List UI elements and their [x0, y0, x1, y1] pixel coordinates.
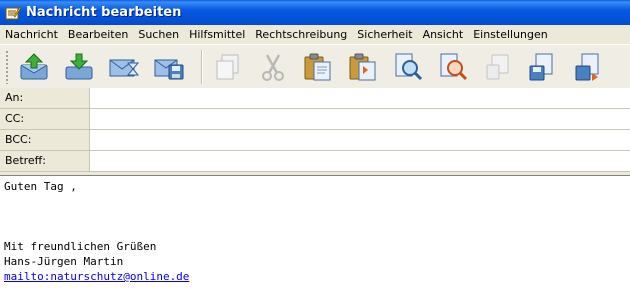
bcc-label: BCC: [0, 130, 90, 150]
body-line [4, 209, 626, 224]
send-later-button[interactable] [105, 48, 143, 86]
body-line [4, 224, 626, 239]
toolbar-separator [201, 50, 203, 84]
cut-button[interactable] [254, 48, 292, 86]
to-label: An: [0, 88, 90, 108]
body-line [4, 194, 626, 209]
menu-hilfsmittel[interactable]: Hilfsmittel [184, 25, 250, 44]
bcc-field[interactable] [90, 130, 630, 150]
edit-message-icon [5, 6, 21, 19]
message-body-editor[interactable]: Guten Tag , Mit freundlichen Grüßen Hans… [0, 175, 630, 300]
window-title: Nachricht bearbeiten [26, 5, 182, 20]
body-line: Mit freundlichen Grüßen [4, 240, 157, 253]
save-button[interactable] [150, 48, 188, 86]
save-download-icon [65, 53, 93, 80]
menu-bearbeiten[interactable]: Bearbeiten [63, 25, 133, 44]
menu-rechtschreibung[interactable]: Rechtschreibung [250, 25, 352, 44]
export-icon [575, 53, 599, 81]
cc-row: CC: [0, 109, 630, 130]
bcc-row: BCC: [0, 130, 630, 151]
toolbar [0, 44, 630, 90]
menu-bar: Nachricht Bearbeiten Suchen Hilfsmittel … [0, 25, 630, 44]
body-line: Guten Tag , [4, 180, 77, 193]
menu-einstellungen[interactable]: Einstellungen [468, 25, 553, 44]
replace-button[interactable] [434, 48, 472, 86]
receive-button[interactable] [60, 48, 98, 86]
title-bar[interactable]: Nachricht bearbeiten [0, 0, 630, 25]
attach-disabled-icon [486, 54, 509, 80]
header-fields: An: CC: BCC: Betreff: [0, 88, 630, 172]
paste-icon [304, 53, 331, 81]
paste-quote-icon [349, 53, 376, 81]
cut-scissors-icon [262, 54, 284, 81]
save-as-button[interactable] [524, 48, 562, 86]
body-line: Hans-Jürgen Martin [4, 255, 124, 268]
attach-button[interactable] [479, 48, 517, 86]
copy-button[interactable] [209, 48, 247, 86]
send-icon [20, 53, 48, 80]
export-button[interactable] [569, 48, 607, 86]
subject-label: Betreff: [0, 151, 90, 171]
to-field[interactable] [90, 88, 630, 108]
save-disk-icon [154, 59, 184, 80]
cc-field[interactable] [90, 109, 630, 129]
mailto-link[interactable]: mailto:naturschutz@online.de [4, 269, 626, 284]
save-as-icon [529, 53, 553, 81]
send-button[interactable] [15, 48, 53, 86]
to-row: An: [0, 88, 630, 109]
cc-label: CC: [0, 109, 90, 129]
subject-row: Betreff: [0, 151, 630, 172]
paste-quote-button[interactable] [344, 48, 382, 86]
find-button[interactable] [389, 48, 427, 86]
toolbar-grip[interactable] [5, 50, 9, 84]
send-later-icon [109, 59, 140, 77]
find-icon [395, 53, 423, 81]
menu-ansicht[interactable]: Ansicht [418, 25, 469, 44]
copy-icon [216, 54, 239, 80]
subject-field[interactable] [90, 151, 630, 171]
paste-button[interactable] [299, 48, 337, 86]
menu-suchen[interactable]: Suchen [133, 25, 184, 44]
menu-sicherheit[interactable]: Sicherheit [352, 25, 417, 44]
replace-icon [440, 53, 468, 81]
menu-nachricht[interactable]: Nachricht [0, 25, 63, 44]
